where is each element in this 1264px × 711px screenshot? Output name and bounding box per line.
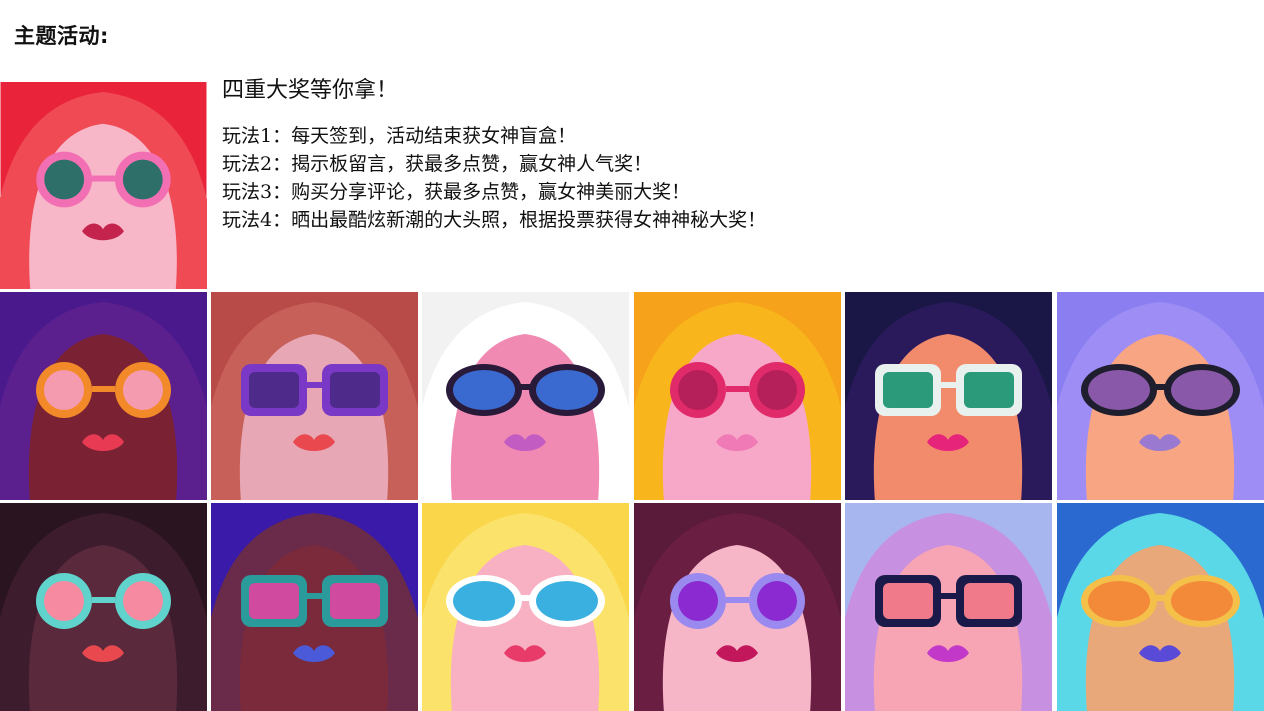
portrait-orange-round-glasses bbox=[0, 292, 207, 500]
portrait-purple-square-glasses bbox=[211, 292, 418, 500]
rule-item-3: 玩法3：购买分享评论，获最多点赞，赢女神美丽大奖！ bbox=[222, 181, 691, 203]
feature-portrait-image bbox=[0, 82, 207, 289]
portrait-flower-building-glasses bbox=[845, 503, 1052, 711]
portrait-lilac-hair-dark-lenses bbox=[1057, 292, 1264, 500]
rule-item-4: 玩法4：晒出最酷炫新潮的大头照，根据投票获得女神神秘大奖！ bbox=[222, 209, 767, 231]
page-heading: 主题活动: bbox=[14, 24, 109, 48]
portrait-dark-navy-green-lenses bbox=[845, 292, 1052, 500]
rule-item-2: 玩法2：揭示板留言，获最多点赞，赢女神人气奖！ bbox=[222, 153, 653, 175]
portrait-blonde-white-glasses bbox=[422, 503, 629, 711]
portrait-gallery bbox=[0, 292, 1264, 711]
portrait-white-hair-blue-lenses bbox=[422, 292, 629, 500]
portrait-yellow-hair-cateye bbox=[634, 292, 841, 500]
promo-title: 四重大奖等你拿！ bbox=[222, 78, 399, 103]
portrait-sunset-shield-glasses bbox=[211, 503, 418, 711]
promo-section: 四重大奖等你拿！ 玩法1：每天签到，活动结束获女神盲盒！ 玩法2：揭示板留言，获… bbox=[222, 74, 1252, 234]
portrait-dark-hair-teal-glasses bbox=[0, 503, 207, 711]
rule-item-1: 玩法1：每天签到，活动结束获女神盲盒！ bbox=[222, 125, 577, 147]
portrait-maroon-violet-frames bbox=[634, 503, 841, 711]
portrait-tropical-square-glasses bbox=[1057, 503, 1264, 711]
